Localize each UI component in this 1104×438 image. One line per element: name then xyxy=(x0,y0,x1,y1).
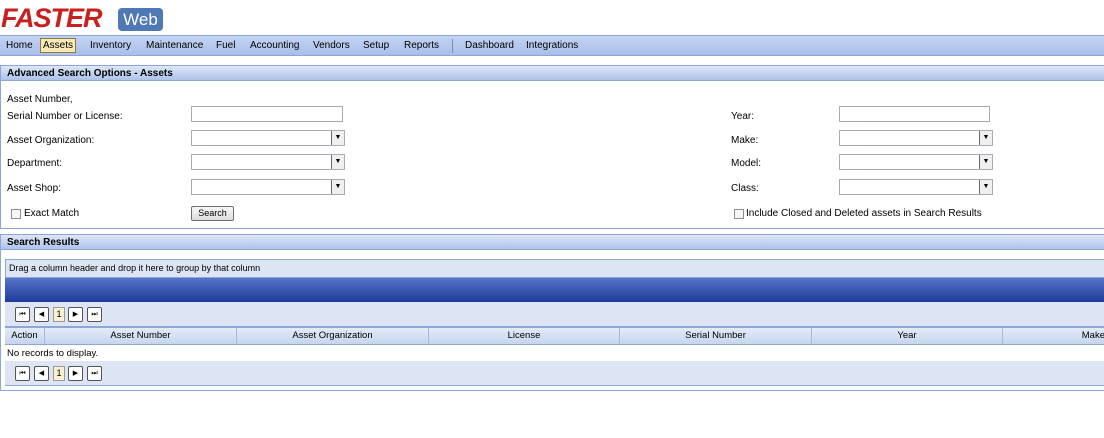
column-license[interactable]: License xyxy=(429,328,620,344)
column-asset-number[interactable]: Asset Number xyxy=(45,328,237,344)
last-page-icon[interactable]: ⏭ xyxy=(87,307,102,322)
menu-separator xyxy=(452,39,453,53)
menu-home[interactable]: Home xyxy=(4,38,35,53)
model-label: Model: xyxy=(731,158,762,169)
faster-web-logo: FASTER Web xyxy=(0,3,170,33)
model-dropdown[interactable]: ▼ xyxy=(839,154,993,170)
top-pager: ⏮ ◀ 1 ▶ ⏭ xyxy=(5,302,1104,327)
menu-integrations[interactable]: Integrations xyxy=(524,38,580,53)
group-by-drop-area[interactable]: Drag a column header and drop it here to… xyxy=(5,259,1104,278)
advanced-search-title: Advanced Search Options - Assets xyxy=(1,66,1104,81)
bottom-pager: ⏮ ◀ 1 ▶ ⏭ xyxy=(5,361,1104,386)
search-results-panel: Search Results Drag a column header and … xyxy=(0,234,1104,391)
asset-organization-dropdown[interactable]: ▼ xyxy=(191,130,345,146)
next-page-icon[interactable]: ▶ xyxy=(68,307,83,322)
chevron-down-icon[interactable]: ▼ xyxy=(979,131,992,145)
asset-shop-label: Asset Shop: xyxy=(7,183,61,194)
main-menu-bar: Home Assets Inventory Maintenance Fuel A… xyxy=(0,35,1104,56)
menu-maintenance[interactable]: Maintenance xyxy=(144,38,205,53)
include-closed-label: Include Closed and Deleted assets in Sea… xyxy=(746,208,982,219)
menu-assets[interactable]: Assets xyxy=(40,38,77,53)
prev-page-icon[interactable]: ◀ xyxy=(34,307,49,322)
menu-reports[interactable]: Reports xyxy=(402,38,441,53)
page-number[interactable]: 1 xyxy=(53,366,65,381)
asset-shop-dropdown[interactable]: ▼ xyxy=(191,179,345,195)
department-label: Department: xyxy=(7,158,63,169)
chevron-down-icon[interactable]: ▼ xyxy=(979,155,992,169)
next-page-icon[interactable]: ▶ xyxy=(68,366,83,381)
grid-column-header: Action Asset Number Asset Organization L… xyxy=(5,327,1104,345)
menu-vendors[interactable]: Vendors xyxy=(311,38,352,53)
include-closed-checkbox[interactable] xyxy=(734,209,744,219)
logo-web-badge: Web xyxy=(118,8,163,31)
prev-page-icon[interactable]: ◀ xyxy=(34,366,49,381)
make-label: Make: xyxy=(731,135,759,146)
asset-number-label-line1: Asset Number, xyxy=(7,94,73,105)
chevron-down-icon[interactable]: ▼ xyxy=(979,180,992,194)
chevron-down-icon[interactable]: ▼ xyxy=(331,155,344,169)
column-make[interactable]: Make xyxy=(1003,328,1104,344)
asset-number-label-line2: Serial Number or License: xyxy=(7,111,123,122)
menu-inventory[interactable]: Inventory xyxy=(88,38,133,53)
column-action[interactable]: Action xyxy=(5,328,45,344)
menu-dashboard[interactable]: Dashboard xyxy=(463,38,516,53)
no-records-message: No records to display. xyxy=(7,348,99,359)
chevron-down-icon[interactable]: ▼ xyxy=(331,180,344,194)
make-dropdown[interactable]: ▼ xyxy=(839,130,993,146)
advanced-search-panel: Advanced Search Options - Assets Asset N… xyxy=(0,65,1104,229)
column-year[interactable]: Year xyxy=(812,328,1003,344)
class-dropdown[interactable]: ▼ xyxy=(839,179,993,195)
column-serial-number[interactable]: Serial Number xyxy=(620,328,812,344)
chevron-down-icon[interactable]: ▼ xyxy=(331,131,344,145)
department-dropdown[interactable]: ▼ xyxy=(191,154,345,170)
logo-brand-text: FASTER xyxy=(1,3,103,33)
grid-command-bar xyxy=(5,278,1104,302)
search-results-title: Search Results xyxy=(1,235,1104,250)
first-page-icon[interactable]: ⏮ xyxy=(15,366,30,381)
year-input[interactable] xyxy=(839,106,990,122)
first-page-icon[interactable]: ⏮ xyxy=(15,307,30,322)
last-page-icon[interactable]: ⏭ xyxy=(87,366,102,381)
asset-organization-label: Asset Organization: xyxy=(7,135,95,146)
column-asset-organization[interactable]: Asset Organization xyxy=(237,328,429,344)
menu-fuel[interactable]: Fuel xyxy=(214,38,237,53)
asset-number-input[interactable] xyxy=(191,106,343,122)
exact-match-checkbox[interactable] xyxy=(11,209,21,219)
exact-match-label: Exact Match xyxy=(24,208,80,219)
menu-setup[interactable]: Setup xyxy=(361,38,391,53)
search-button[interactable]: Search xyxy=(191,206,234,221)
class-label: Class: xyxy=(731,183,759,194)
menu-accounting[interactable]: Accounting xyxy=(248,38,301,53)
page-number[interactable]: 1 xyxy=(53,307,65,322)
year-label: Year: xyxy=(731,111,754,122)
